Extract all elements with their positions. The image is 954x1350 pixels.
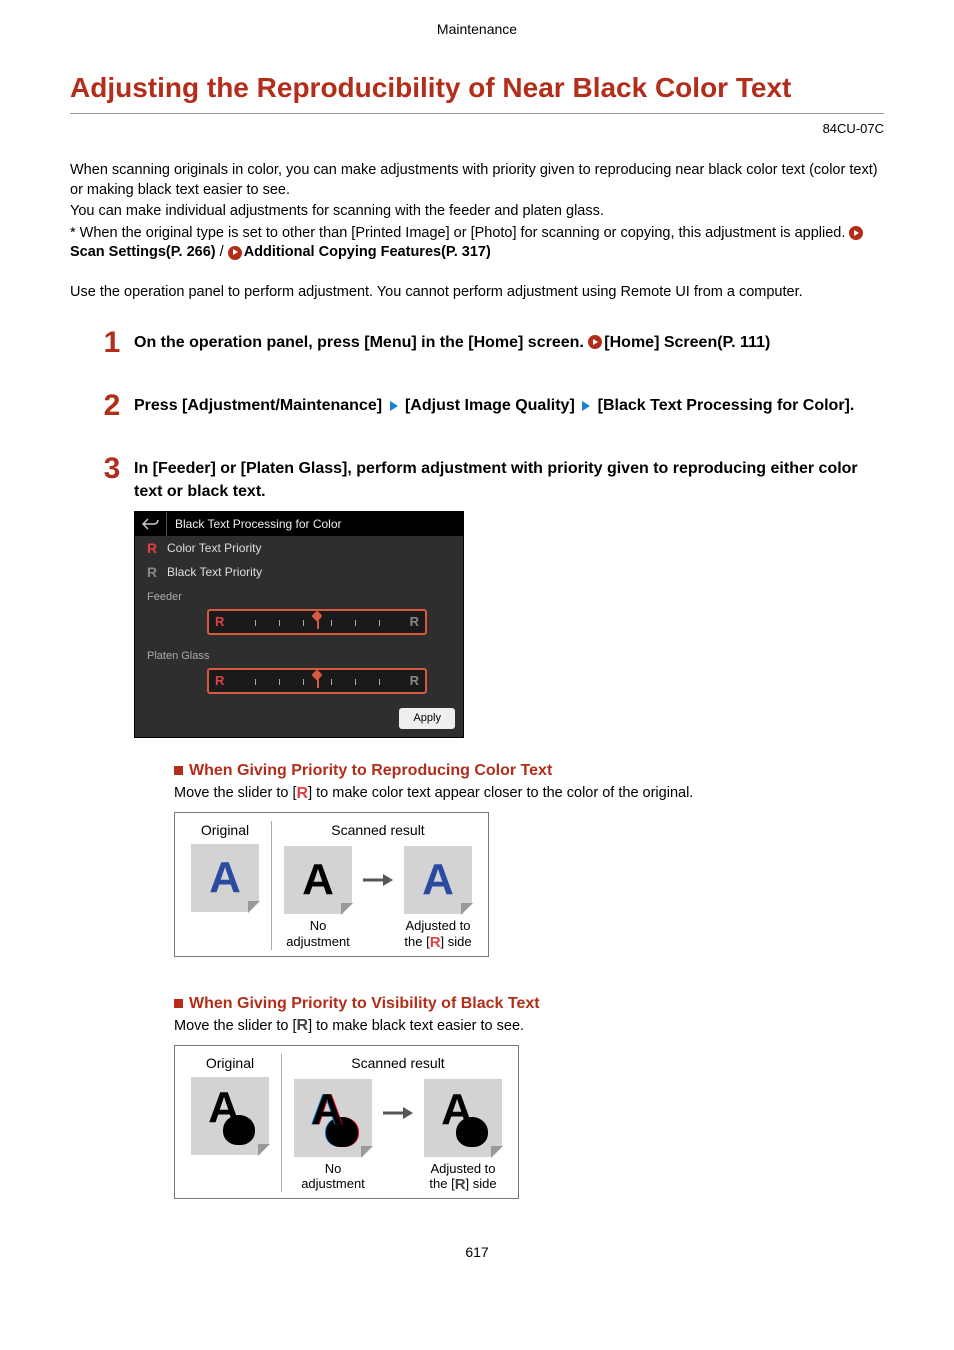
play-icon	[228, 246, 242, 260]
subsection-black-heading: When Giving Priority to Visibility of Bl…	[174, 993, 884, 1015]
subsection-black-desc: Move the slider to [R] to make black tex…	[174, 1017, 884, 1037]
r-gray-icon: R	[410, 613, 419, 631]
legend-black-priority: R Black Text Priority	[135, 560, 463, 584]
legend-black-label: Black Text Priority	[167, 564, 262, 580]
subsection-color-text: When Giving Priority to Reproducing Colo…	[174, 760, 884, 975]
cap-no1: No	[310, 918, 327, 933]
r-gray-icon: R	[297, 1018, 309, 1034]
cap-no2b: adjustment	[301, 1176, 365, 1191]
r-red-icon: R	[215, 613, 224, 631]
step-3: 3 In [Feeder] or [Platen Glass], perform…	[100, 457, 884, 1217]
intro-p1: When scanning originals in color, you ca…	[70, 161, 884, 200]
diagram-color: Original A Scanned result A	[174, 812, 489, 957]
r-red-icon: R	[297, 786, 309, 802]
sample-original: A	[191, 1077, 269, 1155]
cap-adj1: Adjusted to	[405, 918, 470, 933]
page-number: 617	[70, 1243, 884, 1262]
r-red-icon: R	[430, 935, 441, 950]
step-2-p3: [Black Text Processing for Color].	[598, 397, 855, 414]
sample-adjusted: A	[404, 846, 472, 914]
intro-sep: /	[220, 244, 228, 260]
diagram-original-label: Original	[185, 1054, 275, 1073]
legend-color-priority: R Color Text Priority	[135, 536, 463, 560]
play-icon	[588, 335, 602, 349]
r-gray-icon: R	[410, 672, 419, 690]
sample-no-adjust: A	[294, 1079, 372, 1157]
legend-color-label: Color Text Priority	[167, 540, 261, 556]
step-2-p2: [Adjust Image Quality]	[405, 397, 575, 414]
play-icon	[849, 226, 863, 240]
cap-no1b: No	[325, 1161, 342, 1176]
cap-no2: adjustment	[286, 934, 350, 949]
intro-p3-prefix: * When the original type is set to other…	[70, 225, 849, 241]
r-gray-icon: R	[455, 1177, 466, 1192]
cap-adj2bb: ] side	[466, 1176, 497, 1191]
apply-button[interactable]: Apply	[399, 708, 455, 729]
step-num: 1	[98, 323, 126, 364]
cap-adj2b: ] side	[441, 934, 472, 949]
r-red-icon: R	[215, 672, 224, 690]
sub2-desc-b: ] to make black text easier to see.	[308, 1018, 524, 1034]
step-3-heading: In [Feeder] or [Platen Glass], perform a…	[134, 457, 884, 503]
chevron-right-icon	[582, 401, 590, 411]
link-additional-copy[interactable]: Additional Copying Features(P. 317)	[244, 244, 491, 260]
step-1-text: On the operation panel, press [Menu] in …	[134, 334, 588, 351]
sample-adjusted: A	[424, 1079, 502, 1157]
panel-title: Black Text Processing for Color	[167, 516, 342, 532]
diagram-scanned-label: Scanned result	[318, 1054, 478, 1073]
arrow-right-icon	[358, 846, 398, 914]
step-2: 2 Press [Adjustment/Maintenance] [Adjust…	[100, 394, 884, 417]
arrow-right-icon	[378, 1079, 418, 1147]
sub1-desc-b: ] to make color text appear closer to th…	[308, 785, 693, 801]
cap-adj2ab: the [	[429, 1176, 454, 1191]
link-home-screen[interactable]: [Home] Screen(P. 111)	[604, 334, 770, 351]
page-title: Adjusting the Reproducibility of Near Bl…	[70, 69, 884, 114]
cap-adj2a: the [	[404, 934, 429, 949]
note: Use the operation panel to perform adjus…	[70, 283, 884, 303]
subsection-black-text: When Giving Priority to Visibility of Bl…	[174, 993, 884, 1218]
back-icon[interactable]	[135, 512, 167, 536]
r-red-icon: R	[145, 539, 159, 558]
step-num: 3	[98, 449, 126, 490]
diagram-black: Original A Scanned result A	[174, 1045, 519, 1200]
intro-p3: * When the original type is set to other…	[70, 224, 884, 263]
diagram-scanned-label: Scanned result	[298, 821, 458, 840]
sub2-desc-a: Move the slider to [	[174, 1018, 297, 1034]
chevron-right-icon	[390, 401, 398, 411]
intro-p2: You can make individual adjustments for …	[70, 202, 884, 222]
r-gray-icon: R	[145, 563, 159, 582]
step-1: 1 On the operation panel, press [Menu] i…	[100, 331, 884, 354]
feeder-label: Feeder	[147, 590, 453, 605]
doc-code: 84CU-07C	[70, 120, 884, 138]
sample-no-adjust: A	[284, 846, 352, 914]
device-panel: Black Text Processing for Color R Color …	[134, 511, 464, 738]
sample-original: A	[191, 844, 259, 912]
intro-block: When scanning originals in color, you ca…	[70, 161, 884, 263]
subsection-color-desc: Move the slider to [R] to make color tex…	[174, 784, 884, 804]
subsection-color-heading: When Giving Priority to Reproducing Colo…	[174, 760, 884, 782]
sub1-desc-a: Move the slider to [	[174, 785, 297, 801]
platen-label: Platen Glass	[147, 649, 453, 664]
header-section: Maintenance	[70, 20, 884, 39]
step-2-heading: Press [Adjustment/Maintenance] [Adjust I…	[134, 394, 884, 417]
diagram-original-label: Original	[185, 821, 265, 840]
cap-adj1b: Adjusted to	[430, 1161, 495, 1176]
platen-slider[interactable]: R R	[207, 668, 427, 694]
step-2-p1: Press [Adjustment/Maintenance]	[134, 397, 382, 414]
step-num: 2	[98, 386, 126, 427]
feeder-slider[interactable]: R R	[207, 609, 427, 635]
step-1-heading: On the operation panel, press [Menu] in …	[134, 331, 884, 354]
link-scan-settings[interactable]: Scan Settings(P. 266)	[70, 244, 216, 260]
